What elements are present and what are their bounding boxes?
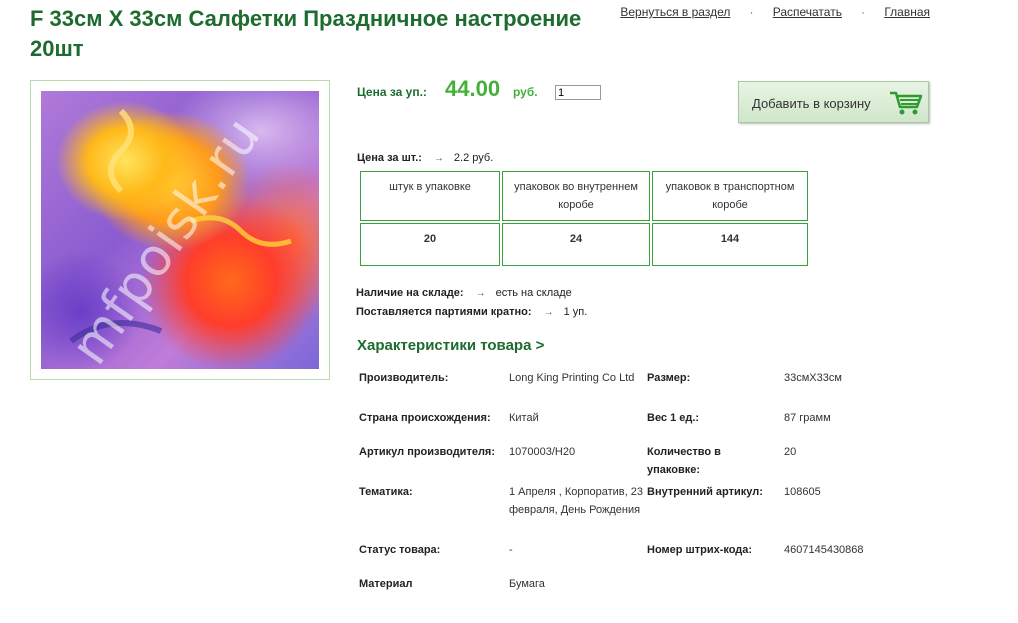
print-link[interactable]: Распечатать	[773, 5, 842, 19]
spec-key: Артикул производителя:	[359, 446, 496, 458]
packaging-header-inner-box: упаковок во внутреннем коробе	[502, 171, 650, 221]
spec-value: 33смХ33см	[784, 372, 842, 384]
spec-key: Внутренний артикул:	[647, 486, 763, 498]
spec-value: 1070003/H20	[509, 446, 576, 458]
top-navigation: Вернуться в раздел · Распечатать · Главн…	[620, 5, 930, 19]
home-link[interactable]: Главная	[884, 5, 930, 19]
spec-key: Производитель:	[359, 372, 449, 384]
unit-price: Цена за шт.: → 2.2 руб.	[357, 152, 493, 164]
arrow-icon: →	[543, 307, 554, 318]
packaging-header-pieces: штук в упаковке	[360, 171, 500, 221]
arrow-icon: →	[475, 288, 486, 299]
spec-key: Размер:	[647, 372, 691, 384]
price-value: 44.00	[445, 76, 501, 101]
spec-value: 20	[784, 446, 797, 458]
unit-price-label: Цена за шт.:	[357, 152, 422, 164]
product-photo-frame: mfpoisk.ru	[30, 80, 330, 380]
spec-key: Страна происхождения:	[359, 412, 491, 424]
packaging-table: штук в упаковке упаковок во внутреннем к…	[358, 169, 810, 268]
price-label: Цена за уп.:	[357, 85, 427, 99]
specs-heading[interactable]: Характеристики товара >	[357, 337, 544, 354]
batch-label: Поставляется партиями кратно:	[356, 306, 532, 318]
spec-value: Long King Printing Co Ltd	[509, 372, 635, 384]
spec-value: -	[509, 544, 513, 556]
stock-info: Наличие на складе: → есть на складе Постав…	[356, 284, 587, 322]
spec-value: Китай	[509, 412, 539, 424]
spec-value: 108605	[784, 486, 821, 498]
availability-value: есть на складе	[495, 287, 572, 299]
packaging-value-pieces: 20	[360, 223, 500, 266]
product-photo[interactable]: mfpoisk.ru	[41, 91, 319, 369]
page-title: F 33см X 33см Салфетки Праздничное настр…	[30, 6, 582, 61]
spec-key: Вес 1 ед.:	[647, 412, 700, 424]
spec-key: Номер штрих-кода:	[647, 544, 753, 556]
spec-key: Количество в упаковке:	[647, 446, 721, 476]
spec-value: 1 Апреля , Корпоратив, 23 февраля, День …	[509, 486, 643, 516]
spec-key: Статус товара:	[359, 544, 441, 556]
nav-separator: ·	[749, 7, 754, 19]
batch-value: 1 уп.	[563, 306, 588, 318]
spec-key: Материал	[359, 578, 413, 590]
spec-value: 87 грамм	[784, 412, 831, 424]
spec-key: Тематика:	[359, 486, 413, 498]
add-to-cart-button[interactable]: Добавить в корзину	[738, 81, 929, 123]
spec-value: Бумага	[509, 578, 545, 590]
packaging-value-transport-box: 144	[652, 223, 808, 266]
shopping-cart-icon	[890, 91, 923, 115]
back-to-section-link[interactable]: Вернуться в раздел	[620, 5, 730, 19]
unit-price-value: 2.2 руб.	[453, 152, 494, 164]
availability-label: Наличие на складе:	[356, 287, 464, 299]
price-currency: руб.	[513, 85, 538, 99]
add-to-cart-label: Добавить в корзину	[752, 96, 871, 111]
quantity-input[interactable]	[555, 85, 601, 100]
packaging-header-transport-box: упаковок в транспортном коробе	[652, 171, 808, 221]
arrow-icon: →	[433, 153, 444, 164]
spec-value: 4607145430868	[784, 544, 864, 556]
nav-separator: ·	[861, 7, 865, 19]
packaging-value-inner-box: 24	[502, 223, 650, 266]
